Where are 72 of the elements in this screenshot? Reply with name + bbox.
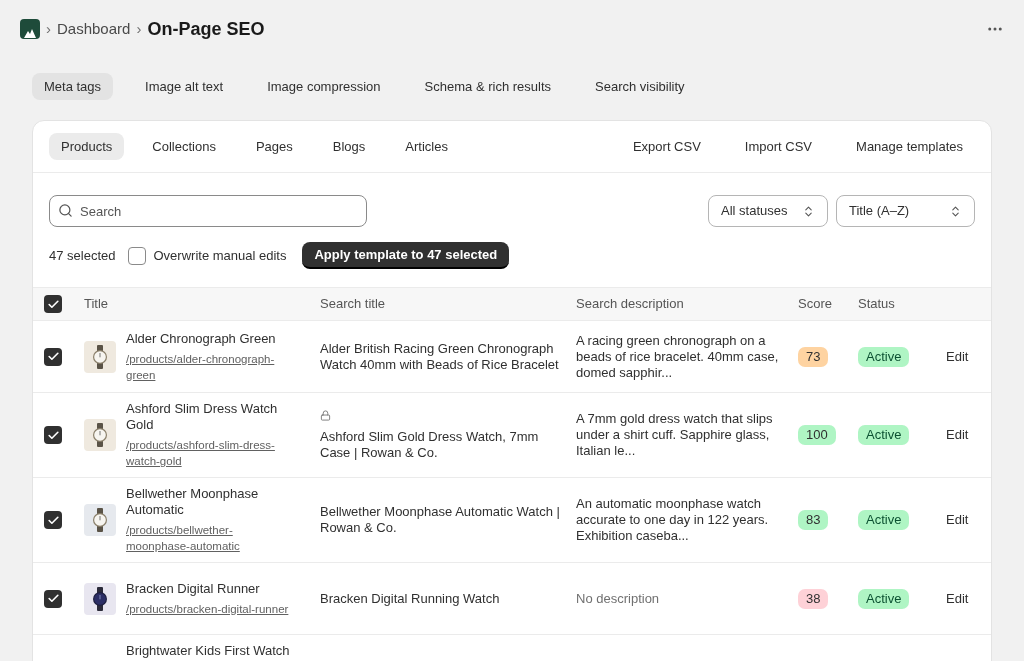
product-title: Alder Chronograph Green (126, 330, 277, 347)
column-header: Search title (320, 295, 387, 314)
search-title-text: Alder British Racing Green Chronograph Watch 40mm with Beads of Rice Bracelet (320, 340, 560, 373)
check-icon (46, 592, 60, 605)
search-title-text: Bellwether Moonphase Automatic Watch | Rowan & Co. (320, 504, 560, 536)
sort-select[interactable]: Title (A–Z) (836, 195, 975, 227)
breadcrumb-link[interactable]: Dashboard (57, 17, 131, 41)
status-badge: Active (858, 425, 910, 445)
description-text: A racing green chronograph on a beads of rice bracelet. 40mm case, domed sapphir... (576, 332, 780, 381)
check-icon (46, 513, 60, 527)
search-title-text: Bracken Digital Running Watch (320, 590, 501, 607)
product-url-link[interactable]: /products/bracken-digital-runner (126, 600, 291, 617)
product-title: Bracken Digital Runner (126, 580, 261, 597)
action-button[interactable]: Import CSV (732, 133, 825, 160)
product-title: Brightwater Kids First Watch (126, 643, 290, 659)
chevron-icon (949, 204, 962, 218)
sort-select[interactable]: All statuses (708, 195, 828, 227)
breadcrumb-separator: › (46, 18, 51, 39)
apply-template-button[interactable]: Apply template to 47 selected (302, 242, 510, 269)
row-checkbox[interactable] (44, 589, 62, 608)
breadcrumb-separator: › (136, 18, 142, 39)
product-url-link[interactable]: /products/ashford-slim-dress-watch-gold (126, 437, 291, 469)
tab[interactable]: Products (49, 133, 125, 160)
column-header: Status (858, 295, 896, 314)
check-icon (46, 428, 60, 442)
row-checkbox[interactable] (44, 347, 62, 366)
status-badge: Active (858, 510, 910, 530)
search-field[interactable]: Search (49, 195, 367, 227)
description-text: An automatic moonphase watch accurate to one day in 122 years. Exhibition caseba... (576, 496, 770, 544)
row-checkbox[interactable] (44, 426, 62, 444)
checkbox-label: Overwrite manual edits (153, 246, 287, 265)
selected-count: 47 selected (49, 246, 116, 265)
check-icon (46, 350, 60, 363)
product-url-link[interactable]: /products/alder-chronograph-green (126, 350, 291, 383)
description-text: No description (576, 590, 661, 607)
action-button[interactable]: Export CSV (620, 133, 713, 160)
tab[interactable]: Image alt text (133, 73, 236, 100)
tab[interactable]: Pages (243, 133, 305, 160)
check-icon (46, 297, 60, 311)
select-all-checkbox[interactable] (44, 295, 62, 313)
search-icon (58, 203, 73, 218)
search-title-text: Ashford Slim Gold Dress Watch, 7mm Case | Rowan & Co. (320, 428, 540, 461)
page-title: On-Page SEO (147, 17, 265, 41)
tab[interactable]: Search visibility (583, 73, 697, 100)
score-badge: 38 (798, 588, 829, 609)
tab[interactable]: Image compression (255, 73, 393, 100)
description-text: A 7mm gold dress watch that slips under a shirt cuff. Sapphire glass, Italian le... (576, 411, 774, 459)
product-title: Ashford Slim Dress Watch Gold (126, 401, 279, 433)
column-header: Search description (576, 295, 685, 314)
status-badge: Active (858, 588, 910, 609)
edit-link[interactable]: Edit (946, 588, 969, 609)
column-header: Score (798, 295, 833, 314)
product-url-link[interactable]: /products/bellwether-moonphase-automatic (126, 522, 291, 554)
chevron-icon (802, 204, 815, 218)
score-badge: 100 (798, 425, 836, 445)
tab[interactable]: Schema & rich results (412, 73, 564, 100)
app-logo-icon[interactable] (20, 19, 40, 39)
action-button[interactable]: Manage templates (844, 133, 975, 160)
edit-link[interactable]: Edit (946, 425, 969, 445)
tab[interactable]: Articles (393, 133, 460, 160)
edit-link[interactable]: Edit (946, 346, 969, 367)
status-badge: Active (858, 346, 910, 367)
tab[interactable]: Meta tags (32, 73, 114, 100)
checkbox[interactable] (127, 246, 146, 265)
edit-link[interactable]: Edit (946, 510, 969, 530)
score-badge: 83 (798, 510, 829, 530)
score-badge: 73 (798, 346, 829, 367)
column-header: Title (84, 295, 110, 314)
product-title: Bellwether Moonphase Automatic (126, 486, 260, 518)
tab[interactable]: Blogs (320, 133, 378, 160)
row-checkbox[interactable] (44, 511, 62, 529)
tab[interactable]: Collections (140, 133, 228, 160)
